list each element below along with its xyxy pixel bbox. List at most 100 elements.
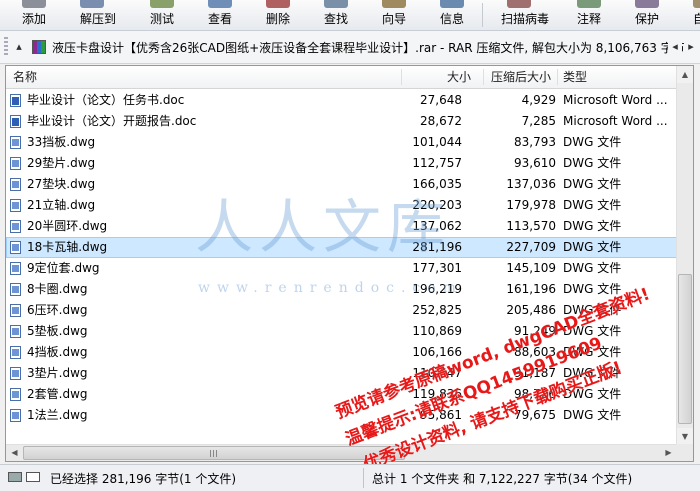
toolbar-button-8[interactable]: 扫描病毒 <box>495 0 555 30</box>
file-size: 137,062 <box>412 219 462 233</box>
toolbar-button-label: 向导 <box>381 12 406 26</box>
horizontal-scrollbar[interactable]: ◀ ▶ <box>6 444 677 461</box>
archive-path: 液压卡盘设计【优秀含26张CAD图纸+液压设备全套课程毕业设计】.rar - R… <box>52 41 685 55</box>
file-packed: 137,036 <box>506 177 556 191</box>
toolbar-button-label: 测试 <box>149 12 174 26</box>
scroll-down-icon[interactable]: ▼ <box>677 428 693 445</box>
toolbar-button-11[interactable]: 自解压 <box>681 0 700 30</box>
rar-archive-icon <box>32 40 46 54</box>
file-type: DWG 文件 <box>563 198 622 212</box>
table-row[interactable]: 21立轴.dwg 220,203 179,978 DWG 文件 <box>6 195 677 216</box>
dwg-file-icon <box>10 136 21 149</box>
status-selected: 已经选择 281,196 字节(1 个文件) <box>50 472 237 486</box>
toolbar-button-7[interactable]: 信息 <box>428 0 476 30</box>
dwg-file-icon <box>10 325 21 338</box>
file-size: 252,825 <box>412 303 462 317</box>
file-name: 毕业设计（论文）任务书.doc <box>27 93 185 107</box>
file-name: 5垫板.dwg <box>27 324 88 338</box>
path-bar: ▴ 液压卡盘设计【优秀含26张CAD图纸+液压设备全套课程毕业设计】.rar -… <box>0 31 700 64</box>
column-header-name[interactable]: 名称 <box>13 66 37 88</box>
toolbar-button-3[interactable]: 查看 <box>196 0 244 30</box>
toolbar-button-0[interactable]: 添加 <box>10 0 58 30</box>
delete-icon <box>266 0 290 8</box>
table-row[interactable]: 9定位套.dwg 177,301 145,109 DWG 文件 <box>6 258 677 279</box>
file-name: 1法兰.dwg <box>27 408 88 422</box>
toolbar-button-9[interactable]: 注释 <box>565 0 613 30</box>
view-icon <box>208 0 232 8</box>
file-name: 3垫片.dwg <box>27 366 88 380</box>
dwg-file-icon <box>10 304 21 317</box>
file-name: 21立轴.dwg <box>27 198 96 212</box>
column-divider[interactable] <box>401 69 402 85</box>
list-header: 名称 大小 压缩后大小 类型 <box>6 66 677 89</box>
file-packed: 4,929 <box>521 93 556 107</box>
file-name: 4挡板.dwg <box>27 345 88 359</box>
file-size: 112,757 <box>412 156 462 170</box>
file-packed: 93,610 <box>514 156 556 170</box>
toolbar-button-label: 扫描病毒 <box>500 12 549 26</box>
table-row[interactable]: 8卡圈.dwg 196,219 161,196 DWG 文件 <box>6 279 677 300</box>
table-row[interactable]: 18卡瓦轴.dwg 281,196 227,709 DWG 文件 <box>6 237 677 258</box>
toolbar-button-label: 信息 <box>439 12 464 26</box>
file-size: 196,219 <box>412 282 462 296</box>
column-header-type[interactable]: 类型 <box>563 66 587 88</box>
scroll-left-icon[interactable]: ◀ <box>6 445 23 461</box>
toolbar-button-label: 删除 <box>265 12 290 26</box>
toolbar-button-1[interactable]: 解压到 <box>68 0 128 30</box>
file-name: 33挡板.dwg <box>27 135 96 149</box>
toolbar-button-6[interactable]: 向导 <box>370 0 418 30</box>
toolbar-button-4[interactable]: 删除 <box>254 0 302 30</box>
table-row[interactable]: 毕业设计（论文）任务书.doc 27,648 4,929 Microsoft Word… <box>6 90 677 111</box>
file-packed: 179,978 <box>506 198 556 212</box>
toolbar-button-10[interactable]: 保护 <box>623 0 671 30</box>
dwg-file-icon <box>10 409 21 422</box>
file-type: DWG 文件 <box>563 261 622 275</box>
table-row[interactable]: 27垫块.dwg 166,035 137,036 DWG 文件 <box>6 174 677 195</box>
file-size: 27,648 <box>420 93 462 107</box>
column-divider[interactable] <box>483 69 484 85</box>
dwg-file-icon <box>10 178 21 191</box>
drive-icon[interactable] <box>8 472 22 482</box>
table-row[interactable]: 33挡板.dwg 101,044 83,793 DWG 文件 <box>6 132 677 153</box>
toolbar-button-2[interactable]: 测试 <box>138 0 186 30</box>
file-size: 166,035 <box>412 177 462 191</box>
wizard-icon <box>382 0 406 8</box>
scroll-up-icon[interactable]: ▲ <box>677 66 693 83</box>
file-name: 29垫片.dwg <box>27 156 96 170</box>
scroll-path-right-icon[interactable]: ▸ <box>684 39 698 55</box>
file-type: DWG 文件 <box>563 156 622 170</box>
dwg-file-icon <box>10 241 21 254</box>
file-packed: 161,196 <box>506 282 556 296</box>
key-icon[interactable] <box>26 472 40 482</box>
column-header-packed[interactable]: 压缩后大小 <box>491 66 551 88</box>
status-divider <box>363 468 364 488</box>
up-folder-icon[interactable]: ▴ <box>12 39 26 55</box>
file-size: 28,672 <box>420 114 462 128</box>
scrollbar-corner <box>676 444 693 461</box>
toolbar-separator <box>482 3 483 27</box>
scroll-path-left-icon[interactable]: ◂ <box>668 39 682 55</box>
file-type: DWG 文件 <box>563 408 622 422</box>
status-total: 总计 1 个文件夹 和 7,122,227 字节(34 个文件) <box>372 472 633 486</box>
horizontal-scroll-thumb[interactable] <box>23 446 405 460</box>
file-size: 110,869 <box>412 324 462 338</box>
vertical-scrollbar[interactable]: ▲ ▼ <box>676 66 693 445</box>
toolbar-button-label: 查看 <box>207 12 232 26</box>
extract-to-icon <box>80 0 104 8</box>
scroll-right-icon[interactable]: ▶ <box>660 445 677 461</box>
file-name: 20半圆环.dwg <box>27 219 108 233</box>
file-size: 177,301 <box>412 261 462 275</box>
table-row[interactable]: 毕业设计（论文）开题报告.doc 28,672 7,285 Microsoft Wor… <box>6 111 677 132</box>
dwg-file-icon <box>10 283 21 296</box>
file-name: 27垫块.dwg <box>27 177 96 191</box>
file-type: Microsoft Word ... <box>563 93 668 107</box>
dwg-file-icon <box>10 367 21 380</box>
table-row[interactable]: 20半圆环.dwg 137,062 113,570 DWG 文件 <box>6 216 677 237</box>
vertical-scroll-thumb[interactable] <box>678 274 692 424</box>
file-name: 8卡圈.dwg <box>27 282 88 296</box>
table-row[interactable]: 29垫片.dwg 112,757 93,610 DWG 文件 <box>6 153 677 174</box>
toolbar-button-5[interactable]: 查找 <box>312 0 360 30</box>
column-header-size[interactable]: 大小 <box>447 66 471 88</box>
column-divider[interactable] <box>557 69 558 85</box>
file-size: 101,044 <box>412 135 462 149</box>
